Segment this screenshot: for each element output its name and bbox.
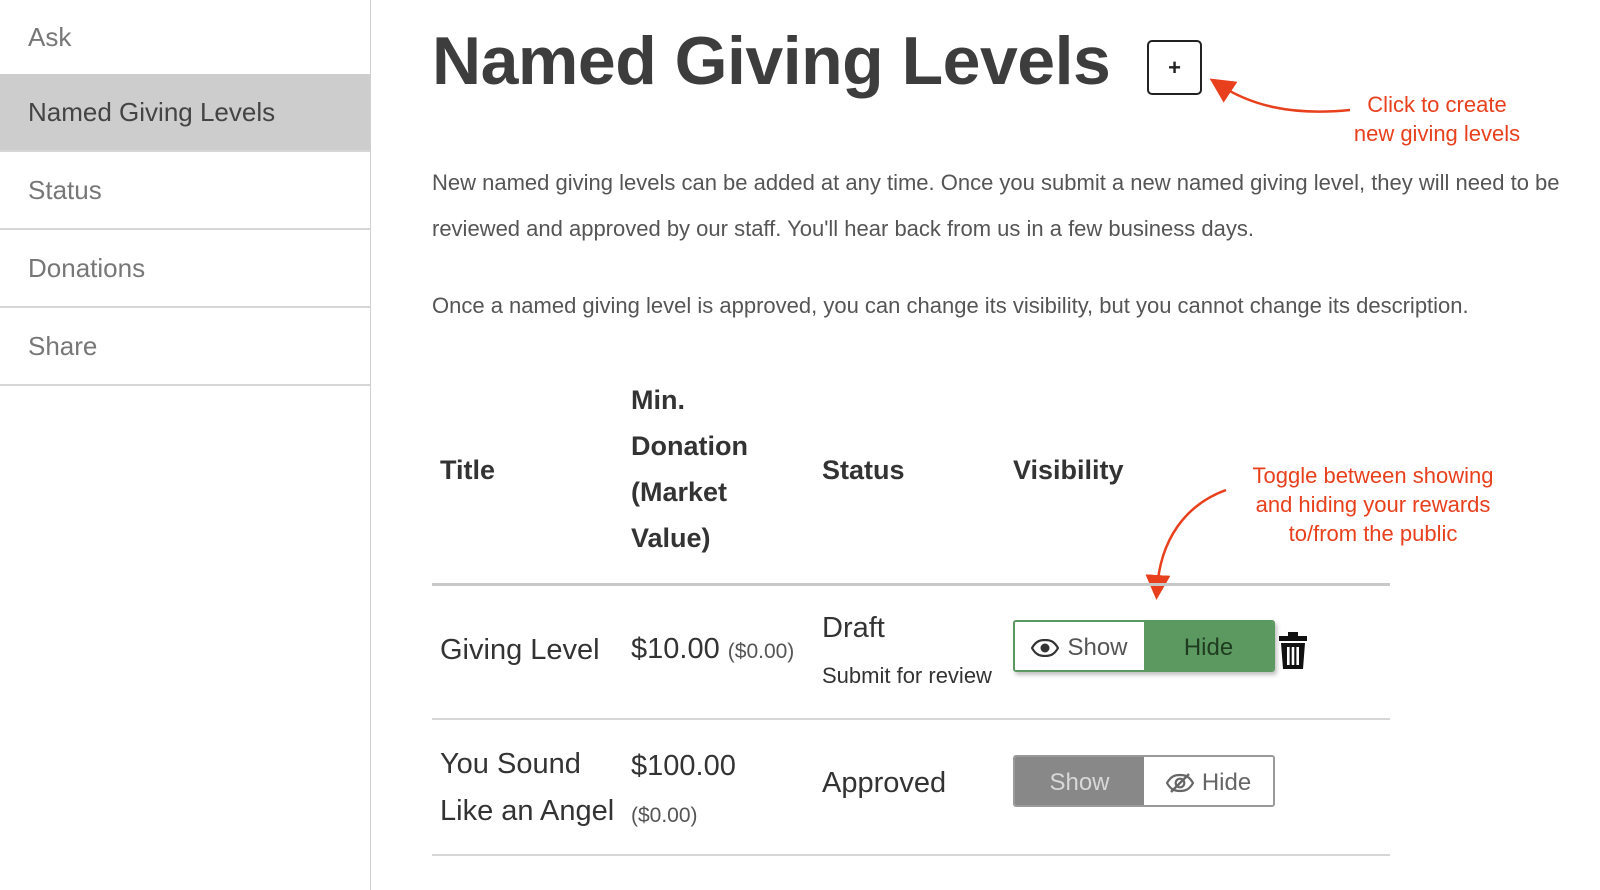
- plus-icon: +: [1168, 54, 1181, 80]
- annotation-text: new giving levels: [1353, 121, 1521, 146]
- show-toggle-option[interactable]: Show: [1015, 622, 1144, 670]
- column-header-visibility: Visibility: [1013, 455, 1124, 485]
- sidebar-item-label: Share: [28, 330, 98, 361]
- annotation-text: Click to create: [1367, 92, 1507, 117]
- sidebar-item-status[interactable]: Status: [0, 152, 370, 230]
- eye-slash-icon: [1165, 773, 1194, 793]
- column-header-min-donation: Min. Donation (Market Value): [631, 377, 791, 561]
- annotation-toggle: Toggle between showing and hiding your r…: [1228, 461, 1518, 548]
- annotation-create: Click to create new giving levels: [1312, 90, 1562, 148]
- column-header-status: Status: [822, 455, 905, 485]
- sidebar-item-label: Donations: [28, 252, 146, 283]
- status-text: Draft: [822, 612, 885, 644]
- sidebar-item-label: Status: [28, 174, 102, 205]
- hide-label: Hide: [1201, 769, 1252, 796]
- title-text: Like an Angel: [440, 795, 615, 827]
- title-text: You Sound: [440, 748, 581, 780]
- min-amount: $10.00: [631, 633, 720, 665]
- sidebar-item-named-giving-levels[interactable]: Named Giving Levels: [0, 74, 370, 152]
- annotation-text: Toggle between showing: [1252, 463, 1494, 488]
- sidebar-item-share[interactable]: Share: [0, 308, 370, 386]
- min-donation-value: $10.00 ($0.00): [631, 633, 794, 666]
- show-toggle-option[interactable]: Show: [1015, 757, 1144, 805]
- min-donation-value: $100.00 ($0.00): [631, 741, 736, 841]
- market-value: ($0.00): [727, 640, 795, 663]
- sidebar-item-donations[interactable]: Donations: [0, 230, 370, 308]
- status-text: Approved: [822, 767, 947, 799]
- giving-level-title-link[interactable]: You Sound Like an Angel: [440, 741, 620, 835]
- market-value: ($0.00): [631, 804, 698, 827]
- column-header-title: Title: [440, 455, 496, 485]
- sidebar-item-label: Ask: [28, 21, 72, 52]
- min-amount: $100.00: [631, 750, 736, 782]
- table-header-divider: [432, 583, 1390, 586]
- description-text: New named giving levels can be added at …: [432, 170, 1560, 241]
- page-title: Named Giving Levels: [432, 23, 1111, 99]
- header-text: Donation: [631, 431, 748, 461]
- sidebar-item-label: Named Giving Levels: [28, 96, 276, 127]
- row-divider: [432, 854, 1390, 856]
- annotation-text: to/from the public: [1288, 521, 1458, 546]
- giving-level-title-link[interactable]: Giving Level: [440, 634, 600, 667]
- show-label: Show: [1067, 634, 1128, 661]
- submit-for-review-link[interactable]: Submit for review: [822, 663, 992, 689]
- eye-icon: [1031, 639, 1060, 657]
- header-text: Value): [631, 523, 711, 553]
- hide-label: Hide: [1183, 634, 1234, 661]
- visibility-toggle[interactable]: Show Hide: [1013, 620, 1275, 672]
- show-label: Show: [1049, 769, 1110, 796]
- sidebar-item-ask[interactable]: Ask: [0, 0, 370, 74]
- trash-icon[interactable]: [1278, 632, 1308, 670]
- annotation-text: and hiding your rewards: [1255, 492, 1491, 517]
- row-divider: [432, 718, 1390, 720]
- toggle-arrow: [1145, 488, 1227, 600]
- sidebar: Ask Named Giving Levels Status Donations…: [0, 0, 371, 890]
- add-giving-level-button[interactable]: +: [1147, 40, 1202, 95]
- header-text: Min.: [631, 385, 685, 415]
- hide-toggle-option[interactable]: Hide: [1144, 622, 1273, 670]
- visibility-toggle[interactable]: Show Hide: [1013, 755, 1275, 807]
- description-text: Once a named giving level is approved, y…: [432, 293, 1469, 318]
- header-text: (Market: [631, 477, 728, 507]
- hide-toggle-option[interactable]: Hide: [1144, 757, 1273, 805]
